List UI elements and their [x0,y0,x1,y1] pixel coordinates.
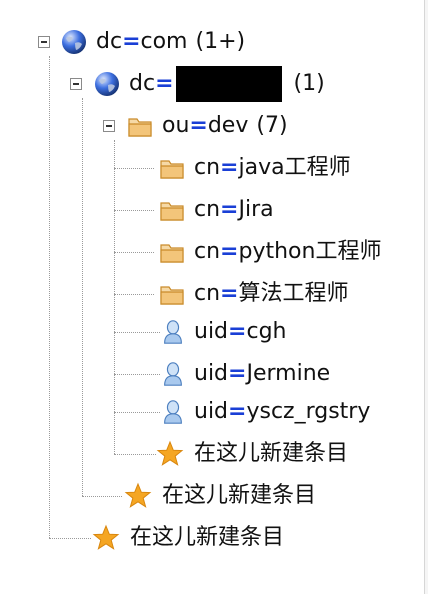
tree-node-child[interactable]: cn=python工程师 [158,238,381,266]
collapse-toggle-icon[interactable] [70,78,82,90]
collapse-toggle-icon[interactable] [103,120,115,132]
tree-node-ou-dev[interactable]: ou=dev (7) [126,112,288,140]
tree-connector [49,538,91,539]
folder-icon [160,244,184,263]
node-label: cn=python工程师 [194,239,382,264]
tree-connector [114,374,160,375]
node-label: uid=yscz_rgstry [194,399,371,424]
tree-connector [82,98,83,496]
user-icon [164,400,182,424]
tree-node-root[interactable]: dc=com (1+) [60,28,245,56]
node-label: ou=dev (7) [162,113,288,138]
tree-connector [114,332,160,333]
new-entry-label: 在这儿新建条目 [162,483,317,508]
tree-connector [82,496,122,497]
new-entry-link[interactable]: 在这儿新建条目 [92,524,284,552]
star-icon [124,482,152,508]
new-entry-label: 在这儿新建条目 [194,441,349,466]
user-icon [164,362,182,386]
tree-node-dc[interactable]: dc= (1) [93,66,325,102]
star-icon [92,524,120,550]
folder-icon [128,118,152,137]
node-label: cn=算法工程师 [194,281,349,306]
tree-node-child[interactable]: uid=yscz_rgstry [160,398,370,426]
tree-connector [114,210,154,211]
tree-node-child[interactable]: uid=Jermine [160,360,330,388]
new-entry-link[interactable]: 在这儿新建条目 [156,440,348,468]
star-icon [156,440,184,466]
node-label: cn=Jira [194,197,274,222]
node-label: uid=Jermine [194,361,331,386]
globe-icon [95,72,119,96]
globe-icon [62,30,86,54]
node-label: dc=com (1+) [96,29,246,54]
tree-connector [114,140,115,454]
node-label: cn=java工程师 [194,155,351,180]
tree-connector [114,454,156,455]
tree-connector [49,56,50,538]
redaction-box [175,66,282,102]
ldap-tree-panel: dc=com (1+) dc= (1) ou=dev (7) cn=java工程师 c… [0,0,425,594]
new-entry-link[interactable]: 在这儿新建条目 [124,482,316,510]
tree-connector [114,252,154,253]
node-label: dc= [129,71,174,96]
folder-icon [160,286,184,305]
tree-connector [114,294,154,295]
node-label: uid=cgh [194,319,287,344]
new-entry-label: 在这儿新建条目 [130,525,285,550]
folder-icon [160,202,184,221]
tree-connector [114,412,160,413]
tree-node-child[interactable]: cn=Jira [158,196,274,224]
folder-icon [160,160,184,179]
user-icon [164,320,182,344]
tree-connector [114,168,154,169]
tree-node-child[interactable]: cn=java工程师 [158,154,351,182]
node-count: (1) [293,71,325,96]
collapse-toggle-icon[interactable] [38,36,50,48]
tree-node-child[interactable]: cn=算法工程师 [158,280,349,308]
tree-node-child[interactable]: uid=cgh [160,318,286,346]
